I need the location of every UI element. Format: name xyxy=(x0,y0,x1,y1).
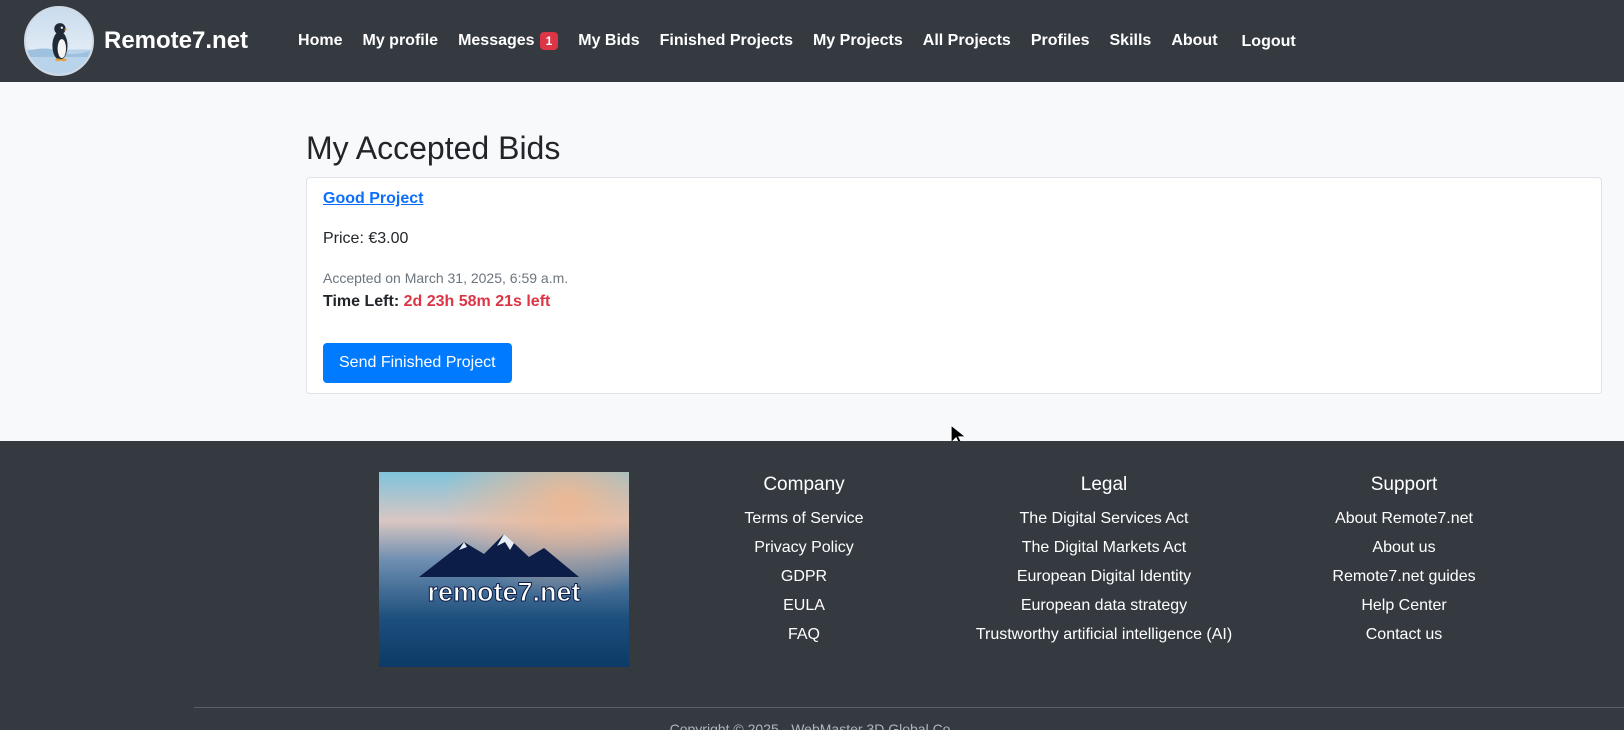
nav-about[interactable]: About xyxy=(1171,32,1217,50)
nav-messages[interactable]: Messages 1 xyxy=(458,32,559,50)
bid-price: Price: €3.00 xyxy=(323,230,409,247)
top-navbar: Remote7.net Home My profile Messages 1 M… xyxy=(0,0,1624,82)
footer-link-faq[interactable]: FAQ xyxy=(704,620,904,649)
footer-link-terms[interactable]: Terms of Service xyxy=(704,504,904,533)
project-link[interactable]: Good Project xyxy=(323,190,423,208)
nav-my-projects[interactable]: My Projects xyxy=(813,32,903,50)
footer-link-help-center[interactable]: Help Center xyxy=(1304,591,1504,620)
time-left-label: Time Left: xyxy=(323,293,400,310)
footer-support-heading: Support xyxy=(1370,474,1438,495)
copyright-text: Copyright © 2025 - WebMaster 3D Global C… xyxy=(669,721,955,730)
footer-link-digital-identity[interactable]: European Digital Identity xyxy=(954,562,1254,591)
page-title: My Accepted Bids xyxy=(306,130,561,166)
time-left-value: 2d 23h 58m 21s left xyxy=(403,293,551,310)
footer-legal-heading: Legal xyxy=(1080,474,1128,495)
nav-messages-label: Messages xyxy=(458,32,535,49)
footer-divider xyxy=(194,707,1624,708)
nav-finished-projects[interactable]: Finished Projects xyxy=(660,32,793,50)
footer-link-data-strategy[interactable]: European data strategy xyxy=(954,591,1254,620)
footer: remote7.net Company Terms of Service Pri… xyxy=(0,441,1624,730)
nav-home[interactable]: Home xyxy=(298,32,342,50)
footer-link-about-remote7[interactable]: About Remote7.net xyxy=(1304,504,1504,533)
nav-all-projects[interactable]: All Projects xyxy=(923,32,1011,50)
brand-link[interactable]: Remote7.net xyxy=(24,6,248,76)
footer-link-trustworthy-ai[interactable]: Trustworthy artificial intelligence (AI) xyxy=(954,620,1254,649)
footer-link-contact[interactable]: Contact us xyxy=(1304,620,1504,649)
accepted-bid-card: Good Project Price: €3.00 Accepted on Ma… xyxy=(306,177,1602,394)
brand-name: Remote7.net xyxy=(104,27,249,54)
footer-link-dma[interactable]: The Digital Markets Act xyxy=(954,533,1254,562)
footer-link-guides[interactable]: Remote7.net guides xyxy=(1304,562,1504,591)
time-left: Time Left: 2d 23h 58m 21s left xyxy=(323,293,1585,311)
footer-link-gdpr[interactable]: GDPR xyxy=(704,562,904,591)
footer-link-dsa[interactable]: The Digital Services Act xyxy=(954,504,1254,533)
footer-mountain-logo: remote7.net xyxy=(379,472,629,667)
penguin-icon xyxy=(24,6,94,76)
nav-profiles[interactable]: Profiles xyxy=(1031,32,1090,50)
nav-skills[interactable]: Skills xyxy=(1110,32,1152,50)
main-content: My Accepted Bids Good Project Price: €3.… xyxy=(306,82,1602,394)
footer-link-about-us[interactable]: About us xyxy=(1304,533,1504,562)
footer-link-privacy[interactable]: Privacy Policy xyxy=(704,533,904,562)
footer-link-eula[interactable]: EULA xyxy=(704,591,904,620)
send-finished-project-button[interactable]: Send Finished Project xyxy=(323,343,512,383)
footer-company-column: Company Terms of Service Privacy Policy … xyxy=(704,474,904,649)
footer-company-heading: Company xyxy=(763,474,845,495)
nav-my-bids[interactable]: My Bids xyxy=(578,32,639,50)
footer-support-column: Support About Remote7.net About us Remot… xyxy=(1304,474,1504,649)
logout-link[interactable]: Logout xyxy=(1242,33,1296,51)
nav-my-profile[interactable]: My profile xyxy=(363,32,439,50)
footer-legal-column: Legal The Digital Services Act The Digit… xyxy=(954,474,1254,649)
messages-count-badge: 1 xyxy=(539,32,559,50)
accepted-date: Accepted on March 31, 2025, 6:59 a.m. xyxy=(323,270,569,286)
footer-logo-text: remote7.net xyxy=(427,577,580,607)
nav-links: Home My profile Messages 1 My Bids Finis… xyxy=(298,31,1316,51)
